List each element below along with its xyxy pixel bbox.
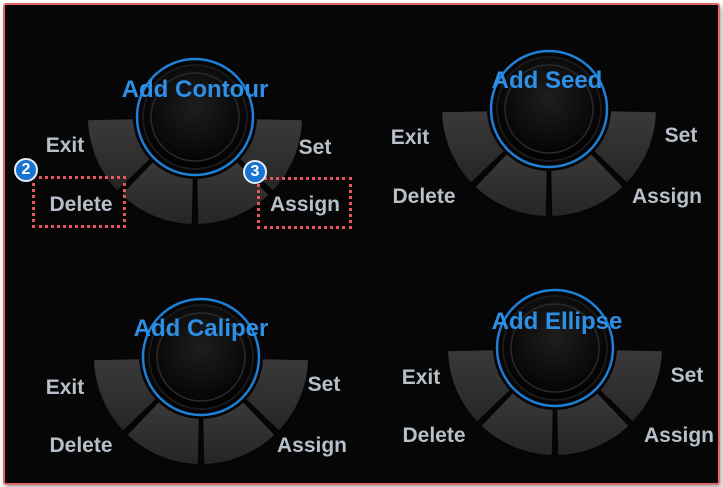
delete-button[interactable]: Delete [49,434,112,458]
menu-title-add-seed: Add Seed [491,67,603,94]
set-button[interactable]: Set [665,124,698,148]
callout-badge-2: 2 [14,158,38,182]
assign-button[interactable]: Assign [644,424,714,448]
menu-title-add-ellipse: Add Ellipse [491,308,623,335]
exit-button[interactable]: Exit [46,376,85,400]
assign-button[interactable]: Assign [632,185,702,209]
callout-badge-3: 3 [243,160,267,184]
add-seed-menu: Add Seed Exit Set Delete Assign [357,5,717,245]
assign-button[interactable]: Assign [277,434,347,458]
exit-button[interactable]: Exit [402,366,441,390]
add-contour-menu: Add Contour Exit Set Delete Assign 2 3 [7,5,367,245]
add-seed-dial [440,47,658,218]
menu-title-add-caliper: Add Caliper [133,315,269,342]
exit-button[interactable]: Exit [391,126,430,150]
set-button[interactable]: Set [308,373,341,397]
add-ellipse-menu: Add Ellipse Exit Set Delete Assign [357,243,717,483]
add-caliper-menu: Add Caliper Exit Set Delete Assign [7,243,367,483]
delete-highlight-box [32,176,126,228]
delete-button[interactable]: Delete [392,185,455,209]
delete-button[interactable]: Delete [402,424,465,448]
dial-menus-screenshot: Add Contour Exit Set Delete Assign 2 3 A… [3,3,720,485]
menu-title-add-contour: Add Contour [121,76,269,103]
exit-button[interactable]: Exit [46,134,85,158]
set-button[interactable]: Set [671,364,704,388]
set-button[interactable]: Set [299,136,332,160]
assign-highlight-box [257,177,352,229]
